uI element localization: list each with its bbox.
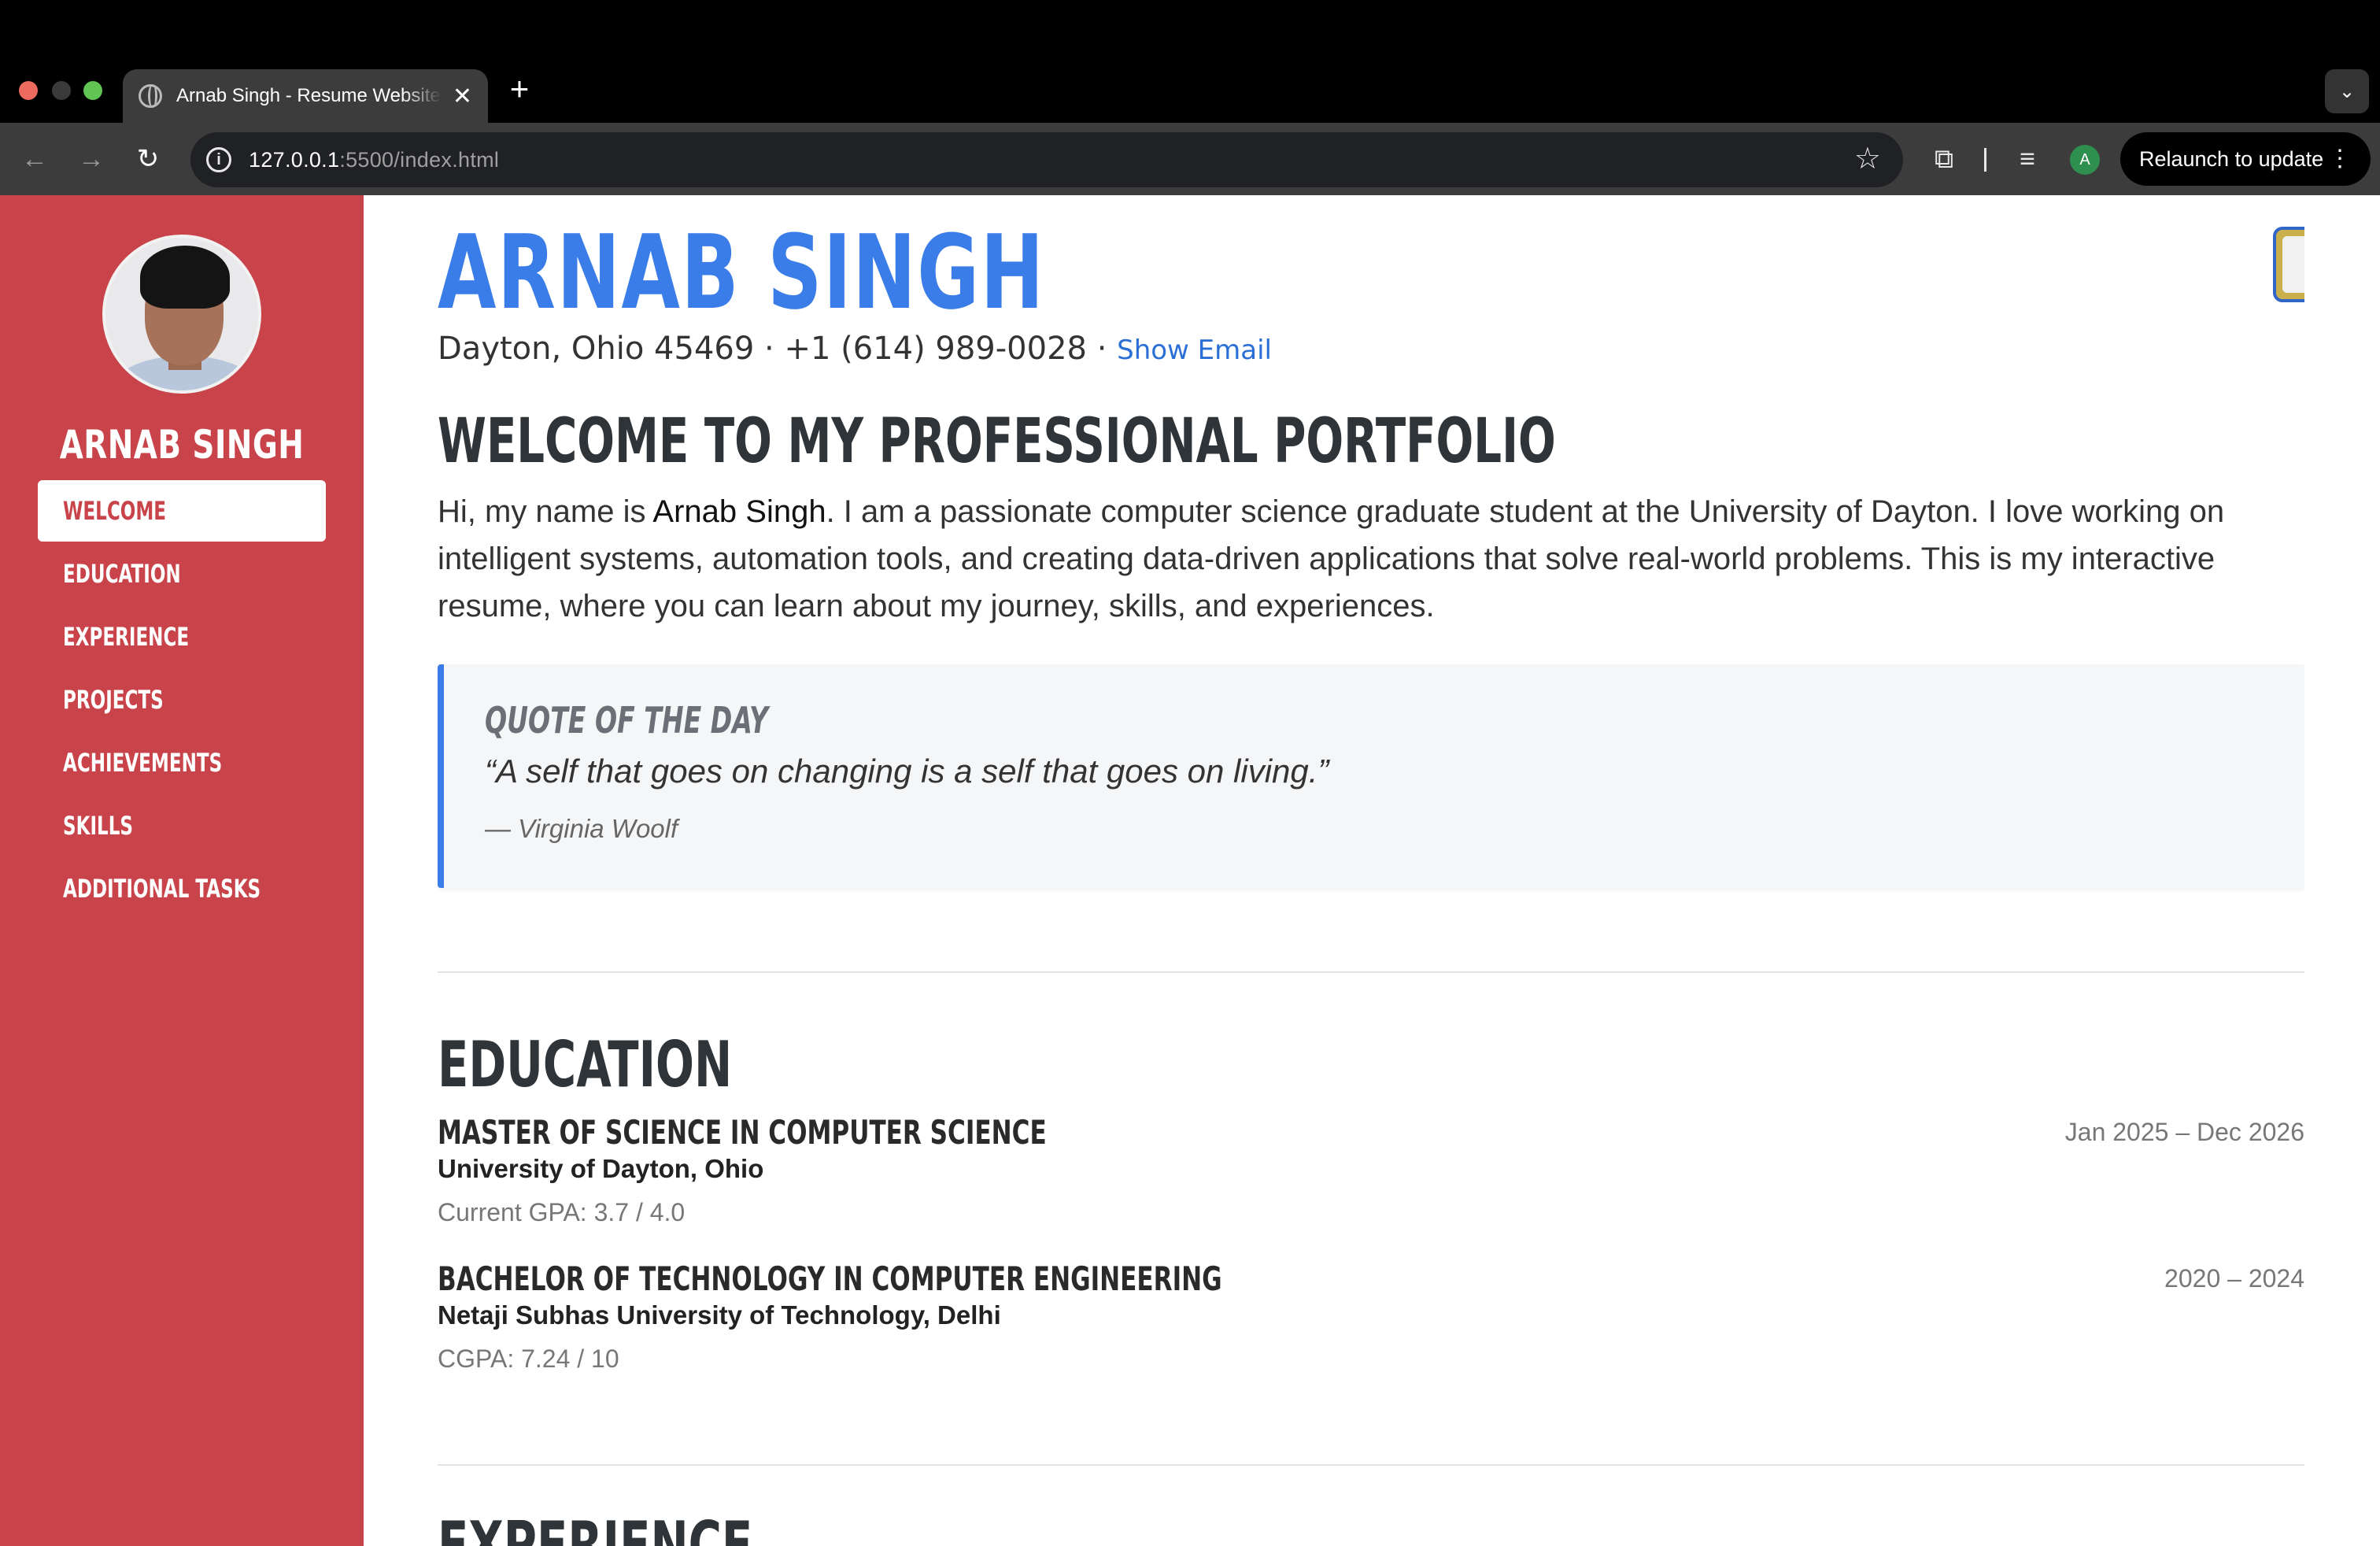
sidebar-name: ARNAB SINGH	[59, 422, 305, 468]
education-item: BACHELOR OF TECHNOLOGY IN COMPUTER ENGIN…	[438, 1259, 2304, 1393]
sidebar-item-additional-tasks[interactable]: ADDITIONAL TASKS	[38, 858, 326, 919]
sidebar-nav: WELCOME EDUCATION EXPERIENCE PROJECTS AC…	[38, 480, 326, 919]
welcome-heading: WELCOME TO MY PROFESSIONAL PORTFOLIO	[438, 406, 1556, 477]
media-queue-icon[interactable]: ≡	[2009, 140, 2046, 178]
education-date: 2020 – 2024	[2164, 1264, 2304, 1293]
close-tab-icon[interactable]: ✕	[453, 83, 472, 110]
tab-search-button[interactable]: ⌄	[2325, 69, 2369, 113]
url-text[interactable]: 127.0.0.1:5500/index.html	[249, 148, 499, 172]
forward-arrow-icon[interactable]: →	[71, 139, 112, 179]
extensions-puzzle-icon[interactable]: ⧉	[1925, 140, 1963, 178]
page-title: ARNAB SINGH	[438, 213, 1045, 332]
main-content: ARNAB SINGH Dayton, Ohio 45469 · +1 (614…	[438, 195, 2304, 1546]
section-divider	[438, 1464, 2304, 1466]
education-degree: BACHELOR OF TECHNOLOGY IN COMPUTER ENGIN…	[438, 1259, 1222, 1298]
sidebar-item-skills[interactable]: SKILLS	[38, 795, 326, 856]
quote-text: “A self that goes on changing is a self …	[485, 753, 1329, 790]
site-info-icon[interactable]: i	[206, 147, 231, 172]
education-item: MASTER OF SCIENCE IN COMPUTER SCIENCE Un…	[438, 1113, 2304, 1247]
education-school: Netaji Subhas University of Technology, …	[438, 1300, 1001, 1330]
profile-photo	[102, 235, 261, 394]
browser-tab-active[interactable]: Arnab Singh - Resume Website ✕	[123, 69, 488, 123]
toolbar-divider	[1984, 148, 1986, 172]
quote-heading: QUOTE OF THE DAY	[485, 699, 769, 742]
experience-heading: EXPERIENCE	[438, 1508, 753, 1546]
address-phone: Dayton, Ohio 45469 · +1 (614) 989-0028 ·	[438, 331, 1118, 367]
intro-name: Arnab Singh	[652, 494, 826, 529]
section-divider	[438, 971, 2304, 973]
education-heading: EDUCATION	[438, 1028, 733, 1101]
moon-icon: ☽	[2282, 236, 2304, 293]
sidebar-item-achievements[interactable]: ACHIEVEMENTS	[38, 732, 326, 793]
education-gpa: Current GPA: 3.7 / 4.0	[438, 1198, 686, 1226]
reload-icon[interactable]: ↻	[128, 139, 168, 179]
education-degree: MASTER OF SCIENCE IN COMPUTER SCIENCE	[438, 1113, 1047, 1152]
profile-avatar[interactable]: A	[2070, 145, 2100, 175]
quote-author: — Virginia Woolf	[485, 814, 678, 843]
education-school: University of Dayton, Ohio	[438, 1154, 764, 1183]
contact-line: Dayton, Ohio 45469 · +1 (614) 989-0028 ·…	[438, 331, 1272, 367]
relaunch-to-update-button[interactable]: Relaunch to update ⋮	[2120, 132, 2371, 186]
education-gpa: CGPA: 7.24 / 10	[438, 1344, 619, 1373]
address-bar[interactable]: i 127.0.0.1:5500/index.html ☆	[190, 132, 1903, 187]
education-date: Jan 2025 – Dec 2026	[2064, 1118, 2304, 1146]
back-arrow-icon[interactable]: ←	[14, 139, 55, 179]
close-window-button[interactable]	[19, 81, 38, 100]
more-vert-icon[interactable]: ⋮	[2328, 145, 2352, 172]
bookmark-star-icon[interactable]: ☆	[1854, 142, 1881, 176]
intro-paragraph: Hi, my name is Arnab Singh. I am a passi…	[438, 494, 2225, 623]
relaunch-label: Relaunch to update	[2139, 146, 2324, 171]
sidebar-item-experience[interactable]: EXPERIENCE	[38, 606, 326, 668]
browser-toolbar: ← → ↻ i 127.0.0.1:5500/index.html ☆ ⧉ ≡ …	[0, 123, 2380, 195]
browser-tab-strip: Arnab Singh - Resume Website ✕ + ⌄	[0, 0, 2380, 123]
minimize-window-button[interactable]	[52, 81, 71, 100]
show-email-link[interactable]: Show Email	[1117, 335, 1272, 366]
chevron-down-icon: ⌄	[2338, 80, 2356, 102]
quote-card: QUOTE OF THE DAY “A self that goes on ch…	[438, 664, 2304, 888]
globe-icon	[139, 84, 162, 108]
zoom-window-button[interactable]	[83, 81, 102, 100]
sidebar-item-projects[interactable]: PROJECTS	[38, 669, 326, 730]
tab-title: Arnab Singh - Resume Website	[176, 85, 441, 106]
new-tab-button[interactable]: +	[504, 72, 535, 107]
theme-toggle-button[interactable]: ☽	[2273, 227, 2304, 302]
sidebar: ARNAB SINGH WELCOME EDUCATION EXPERIENCE…	[0, 195, 364, 1546]
sidebar-item-education[interactable]: EDUCATION	[38, 543, 326, 605]
sidebar-item-welcome[interactable]: WELCOME	[38, 480, 326, 542]
